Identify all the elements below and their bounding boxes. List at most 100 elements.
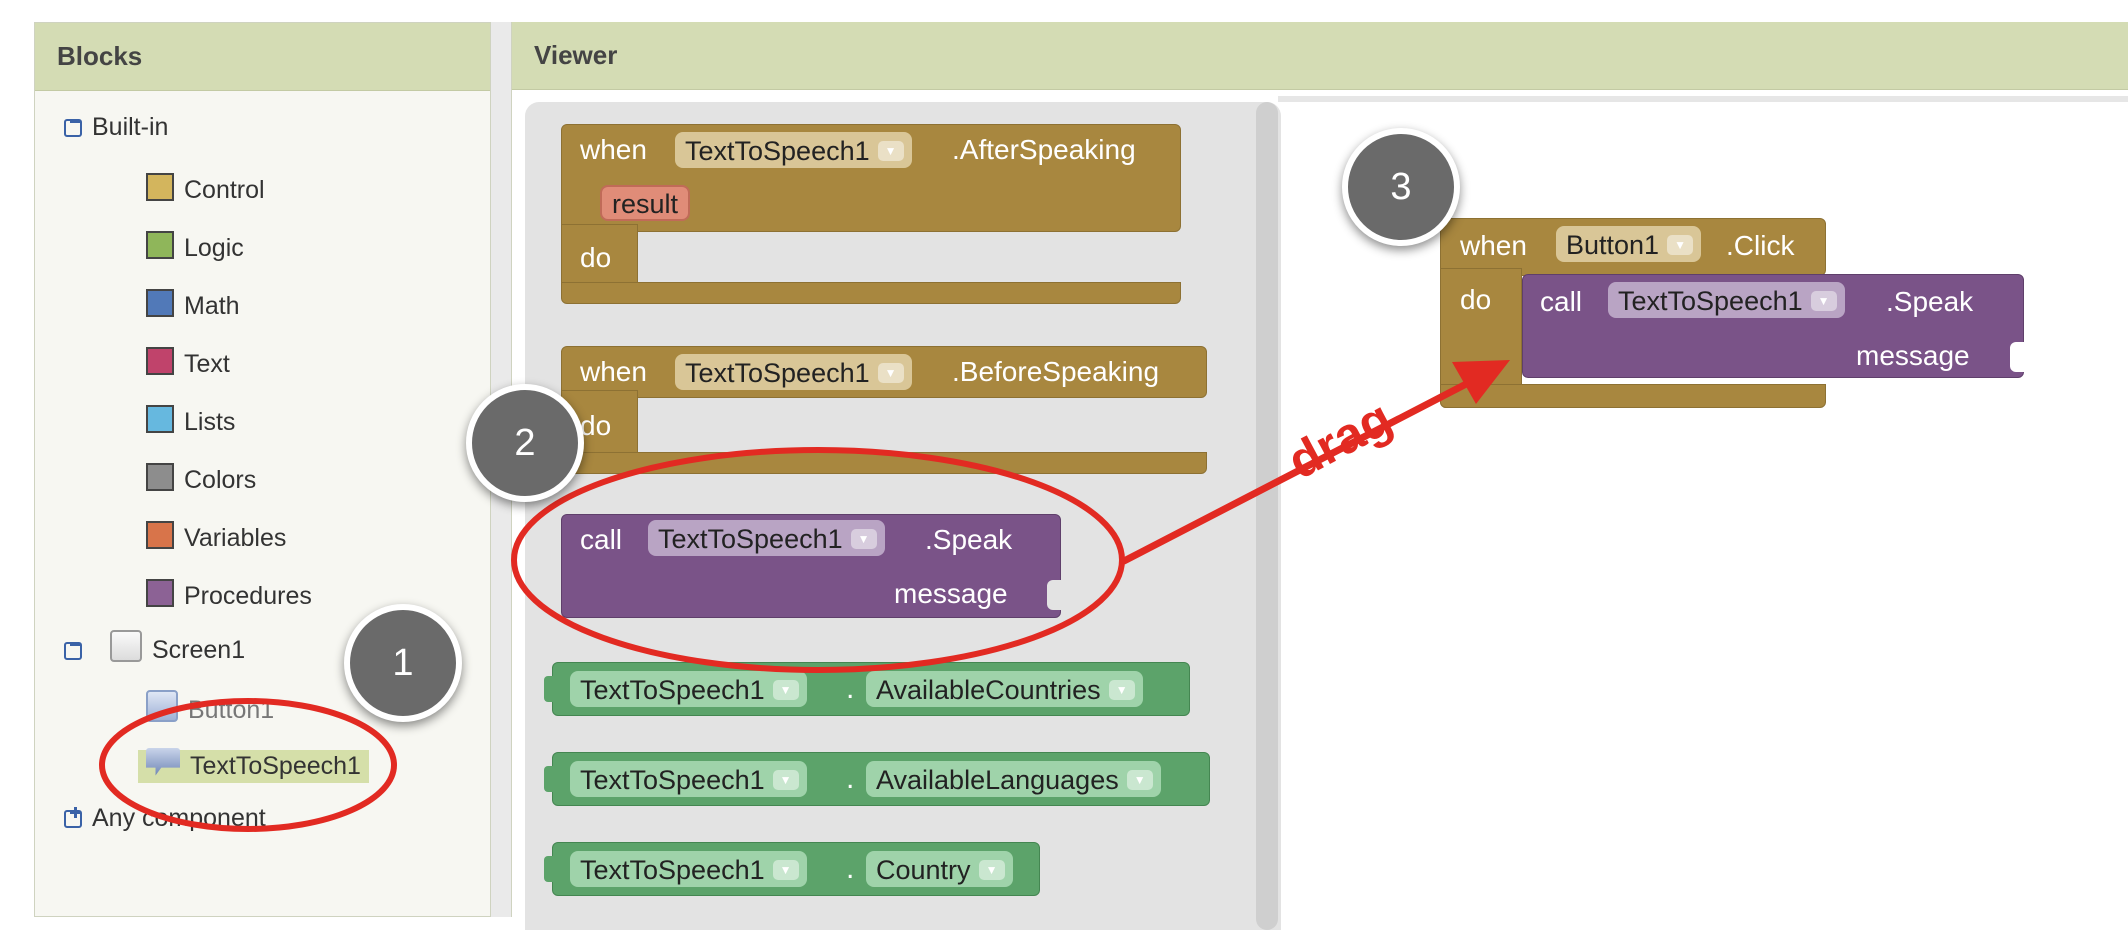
step-badge-1: 1 bbox=[344, 604, 462, 722]
when-keyword: when bbox=[1460, 230, 1527, 261]
event-name: .AfterSpeaking bbox=[952, 134, 1136, 165]
procedures-swatch-icon bbox=[146, 578, 174, 607]
method-name: .Speak bbox=[1886, 286, 1974, 317]
tree-item-label: Variables bbox=[184, 524, 287, 552]
dropdown-arrow-icon: ▼ bbox=[978, 860, 1005, 880]
component-dropdown[interactable]: TextToSpeech1 ▼ bbox=[570, 851, 807, 887]
tree-item-button1[interactable]: Button1 bbox=[146, 689, 274, 725]
tree-item-variables[interactable]: Variables bbox=[146, 520, 287, 553]
tree-item-colors[interactable]: Colors bbox=[146, 462, 257, 495]
dropdown-arrow-icon: ▼ bbox=[772, 860, 799, 880]
drawer-scrollbar[interactable] bbox=[1256, 102, 1278, 930]
component-name: TextToSpeech1 bbox=[580, 854, 765, 885]
message-input-socket[interactable] bbox=[2010, 342, 2024, 372]
property-dropdown[interactable]: AvailableLanguages ▼ bbox=[866, 761, 1161, 797]
when-keyword: when bbox=[580, 134, 647, 165]
button-icon bbox=[146, 689, 178, 722]
step-badge-3: 3 bbox=[1342, 128, 1460, 246]
dot-separator: . bbox=[846, 762, 855, 795]
tree-item-label: Control bbox=[184, 176, 265, 204]
plus-mark bbox=[74, 807, 77, 818]
dropdown-arrow-icon: ▼ bbox=[772, 770, 799, 790]
event-name: .Click bbox=[1726, 230, 1795, 261]
lists-swatch-icon bbox=[146, 404, 174, 433]
tree-item-label: Logic bbox=[184, 234, 244, 262]
tree-item-text[interactable]: Text bbox=[146, 346, 230, 379]
tree-item-screen1[interactable]: ⊟ Screen1 bbox=[64, 629, 246, 665]
minus-mark bbox=[70, 120, 80, 123]
dropdown-arrow-icon: ▼ bbox=[772, 680, 799, 700]
do-keyword: do bbox=[580, 410, 612, 441]
dot-separator: . bbox=[846, 852, 855, 885]
component-dropdown[interactable]: TextToSpeech1 ▼ bbox=[675, 132, 912, 168]
property-name: Country bbox=[876, 854, 971, 885]
colors-swatch-icon bbox=[146, 462, 174, 491]
message-input-socket[interactable] bbox=[1047, 580, 1061, 610]
output-plug bbox=[544, 676, 558, 702]
result-parameter[interactable]: result bbox=[600, 185, 691, 221]
speech-bubble-icon bbox=[146, 747, 180, 776]
tree-item-label: Lists bbox=[184, 408, 236, 436]
component-dropdown[interactable]: TextToSpeech1 ▼ bbox=[1608, 282, 1845, 318]
dropdown-arrow-icon: ▼ bbox=[877, 141, 904, 161]
do-keyword: do bbox=[1460, 284, 1492, 315]
event-name: .BeforeSpeaking bbox=[952, 356, 1160, 387]
tree-item-label: Math bbox=[184, 292, 240, 320]
tree-item-math[interactable]: Math bbox=[146, 288, 240, 321]
before-speaking-statement-slot[interactable] bbox=[638, 398, 1207, 452]
property-dropdown[interactable]: Country ▼ bbox=[866, 851, 1013, 887]
math-swatch-icon bbox=[146, 288, 174, 317]
after-speaking-block-bottom bbox=[561, 282, 1181, 304]
component-dropdown[interactable]: TextToSpeech1 ▼ bbox=[648, 520, 885, 556]
call-keyword: call bbox=[580, 524, 623, 555]
tree-item-label: Any component bbox=[92, 804, 266, 832]
call-keyword: call bbox=[1540, 286, 1583, 317]
component-name: TextToSpeech1 bbox=[685, 357, 870, 388]
dropdown-arrow-icon: ▼ bbox=[1126, 770, 1153, 790]
property-dropdown[interactable]: AvailableCountries ▼ bbox=[866, 671, 1143, 707]
output-plug bbox=[544, 766, 558, 792]
tree-item-label: Colors bbox=[184, 466, 257, 494]
method-name: .Speak bbox=[925, 524, 1013, 555]
message-socket-label: message bbox=[1856, 340, 1970, 371]
dropdown-arrow-icon: ▼ bbox=[877, 363, 904, 383]
after-speaking-statement-slot[interactable] bbox=[638, 232, 1181, 282]
text-swatch-icon bbox=[146, 346, 174, 375]
dropdown-arrow-icon: ▼ bbox=[850, 529, 877, 549]
do-keyword: do bbox=[580, 242, 612, 273]
dropdown-arrow-icon: ▼ bbox=[1667, 235, 1694, 255]
workspace-top-border bbox=[1278, 96, 2128, 102]
dropdown-arrow-icon: ▼ bbox=[1108, 680, 1135, 700]
property-name: AvailableCountries bbox=[876, 674, 1101, 705]
step-badge-2: 2 bbox=[466, 384, 584, 502]
component-name: TextToSpeech1 bbox=[580, 674, 765, 705]
property-name: AvailableLanguages bbox=[876, 764, 1119, 795]
component-name: TextToSpeech1 bbox=[658, 523, 843, 554]
component-name: Button1 bbox=[1566, 229, 1660, 260]
tree-item-label: Procedures bbox=[184, 582, 312, 610]
tree-item-label: Text bbox=[184, 350, 230, 378]
minus-mark bbox=[70, 643, 80, 646]
tree-item-control[interactable]: Control bbox=[146, 172, 265, 205]
tree-item-procedures[interactable]: Procedures bbox=[146, 578, 312, 611]
tree-item-texttospeech1[interactable]: TextToSpeech1 bbox=[138, 747, 369, 783]
dot-separator: . bbox=[846, 672, 855, 705]
component-name: TextToSpeech1 bbox=[685, 135, 870, 166]
component-dropdown[interactable]: Button1 ▼ bbox=[1556, 226, 1702, 262]
when-keyword: when bbox=[580, 356, 647, 387]
tree-item-label: Screen1 bbox=[152, 636, 246, 664]
tree-item-built-in[interactable]: ⊟ Built-in bbox=[64, 113, 168, 142]
viewer-panel-title: Viewer bbox=[512, 22, 2128, 90]
component-dropdown[interactable]: TextToSpeech1 ▼ bbox=[570, 761, 807, 797]
tree-item-logic[interactable]: Logic bbox=[146, 230, 244, 263]
tree-item-any-component[interactable]: ⊞ Any component bbox=[64, 804, 266, 833]
tree-item-label: TextToSpeech1 bbox=[190, 752, 361, 780]
dropdown-arrow-icon: ▼ bbox=[1810, 291, 1837, 311]
tree-item-label: Built-in bbox=[92, 113, 169, 141]
component-dropdown[interactable]: TextToSpeech1 ▼ bbox=[570, 671, 807, 707]
component-name: TextToSpeech1 bbox=[1618, 285, 1803, 316]
component-dropdown[interactable]: TextToSpeech1 ▼ bbox=[675, 354, 912, 390]
tree-item-lists[interactable]: Lists bbox=[146, 404, 236, 437]
before-speaking-block-bottom bbox=[561, 452, 1207, 474]
variables-swatch-icon bbox=[146, 520, 174, 549]
